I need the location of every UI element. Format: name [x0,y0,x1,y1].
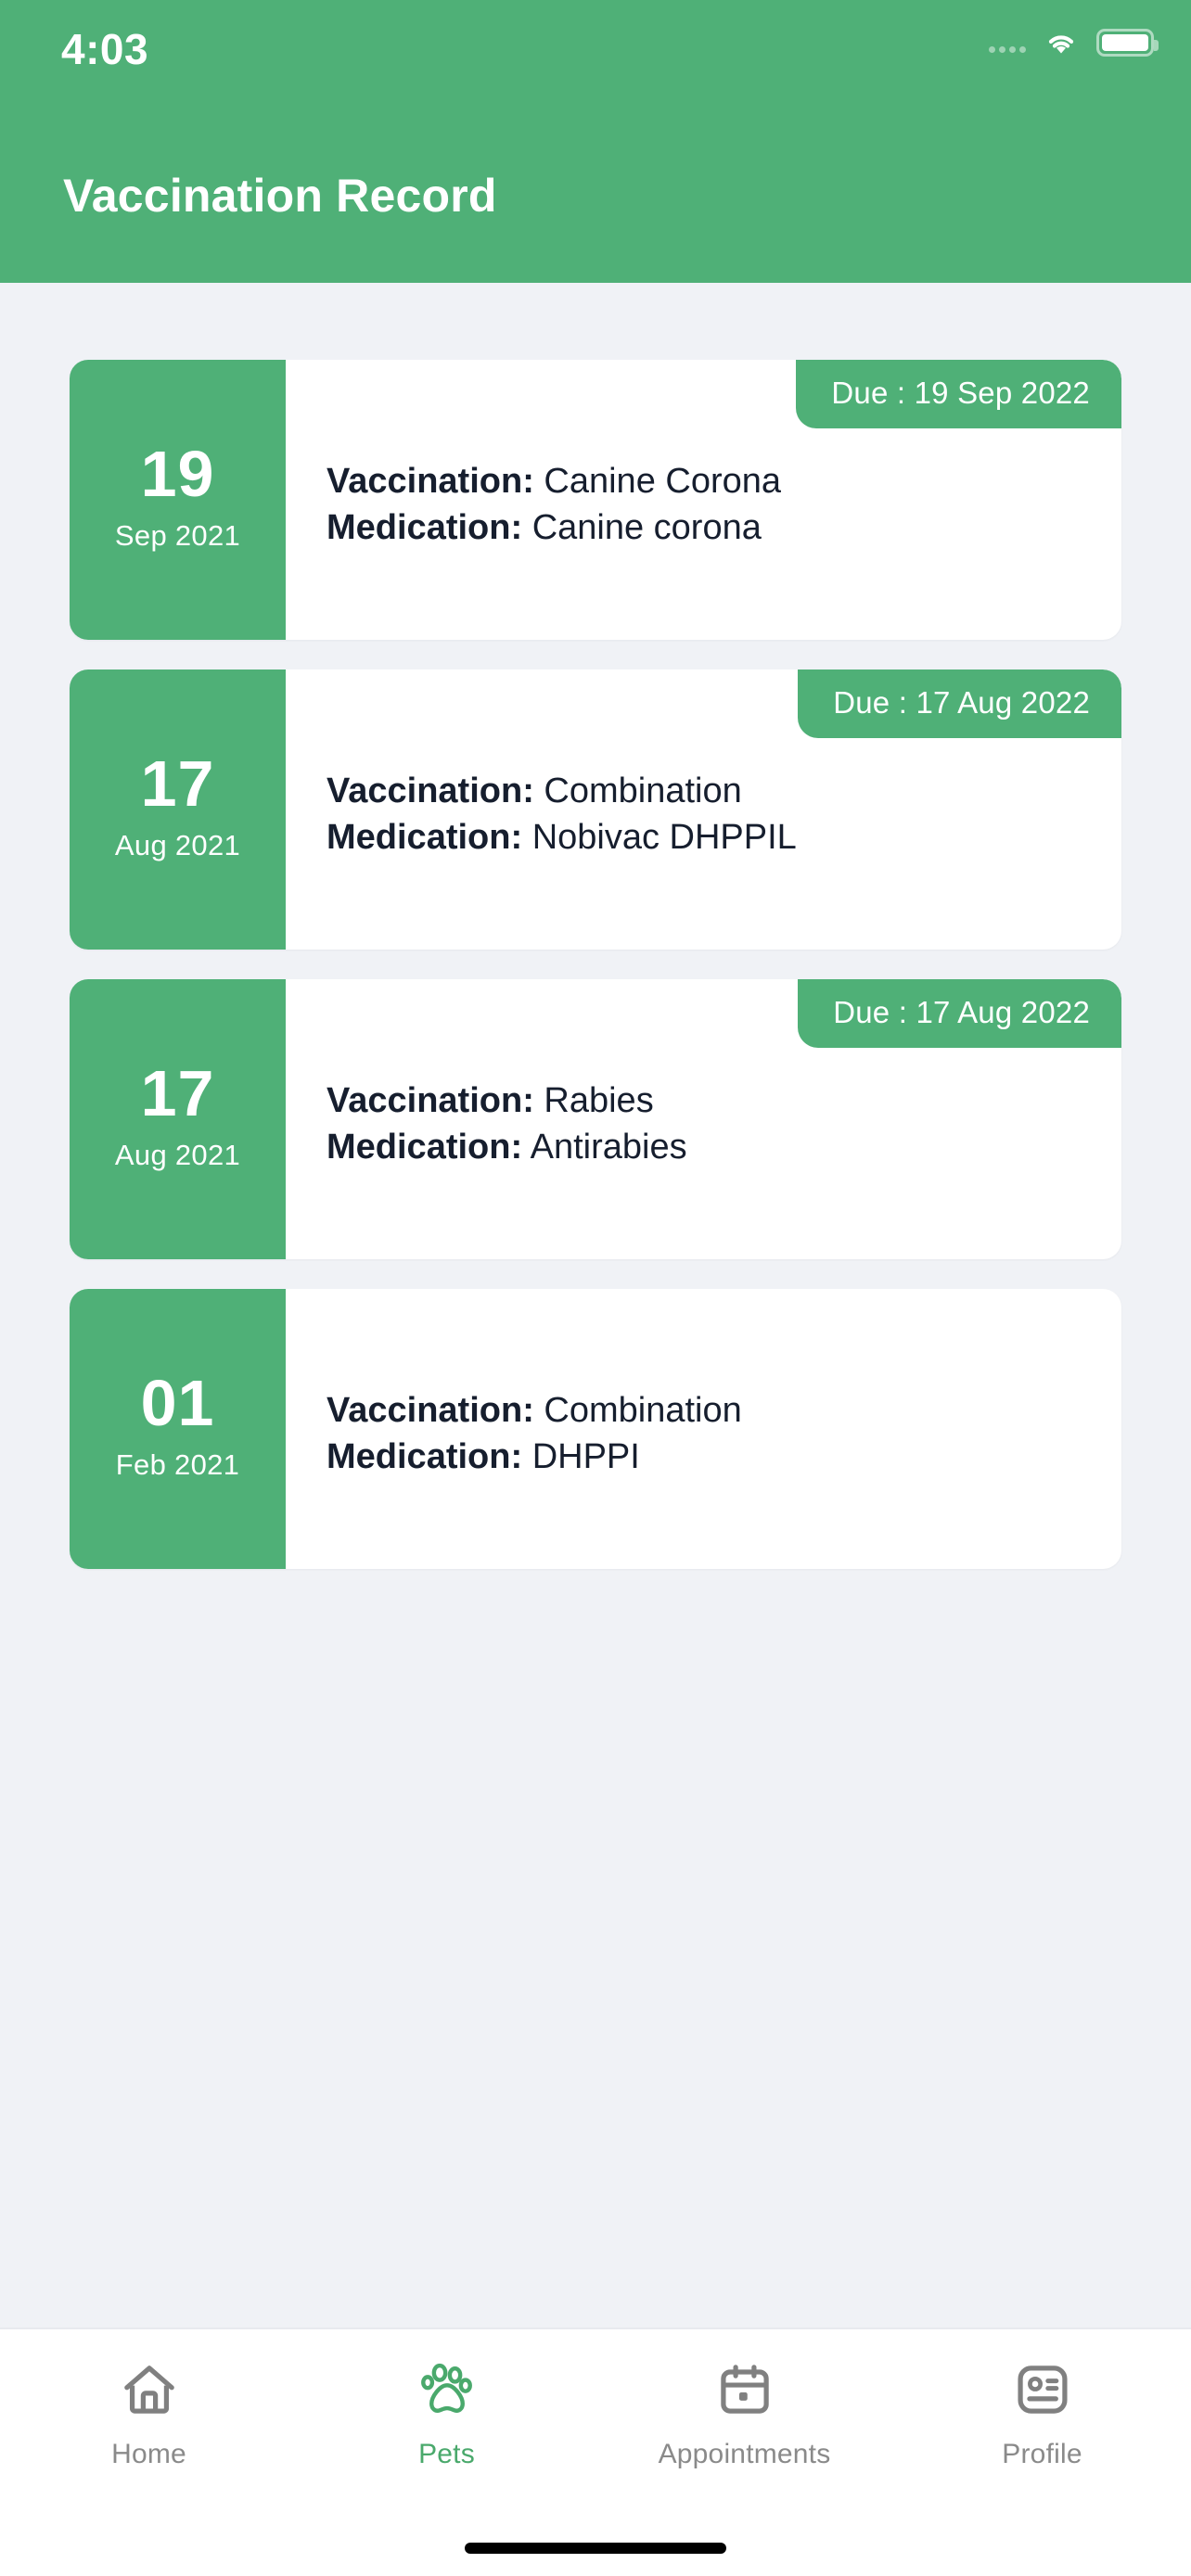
record-text-lines: Vaccination: Combination Medication: DHP… [327,1388,1081,1480]
record-details: Vaccination: Combination Medication: DHP… [286,1289,1121,1569]
id-card-icon [1017,2366,1068,2414]
status-bar: 4:03 [0,0,1191,102]
calendar-icon [720,2365,769,2414]
vaccination-value: Combination [544,771,742,810]
medication-label: Medication: [327,1128,523,1167]
vaccination-record-card[interactable]: 17 Aug 2021 Due : 17 Aug 2022 Vaccinatio… [70,979,1121,1259]
tab-home-label: Home [111,2439,186,2469]
vaccination-label: Vaccination: [327,1390,534,1430]
tab-profile[interactable]: Profile [893,2359,1191,2470]
due-date-badge: Due : 19 Sep 2022 [796,360,1121,428]
app-screen: 4:03 Vaccination Record 19 Sep 2021 Due … [0,0,1191,2576]
record-details: Due : 17 Aug 2022 Vaccination: Rabies Me… [286,979,1121,1259]
tab-appointments[interactable]: Appointments [596,2359,893,2470]
medication-label: Medication: [327,1437,523,1476]
vaccination-value: Combination [544,1390,742,1430]
record-date-block: 17 Aug 2021 [70,979,286,1259]
record-text-lines: Vaccination: Combination Medication: Nob… [327,769,1081,861]
vaccination-label: Vaccination: [327,1080,534,1120]
record-day: 17 [140,747,215,820]
medication-value: Nobivac DHPPIL [531,818,797,857]
due-date-badge: Due : 17 Aug 2022 [798,670,1121,738]
tab-home[interactable]: Home [0,2359,298,2470]
page-title: Vaccination Record [63,170,497,222]
record-month-year: Aug 2021 [114,1139,241,1171]
record-day: 17 [140,1057,215,1129]
medication-value: DHPPI [531,1437,640,1476]
vaccination-line: Vaccination: Combination [327,769,1081,813]
record-details: Due : 17 Aug 2022 Vaccination: Combinati… [286,670,1121,950]
medication-line: Medication: DHPPI [327,1435,1081,1479]
home-icon [123,2366,174,2414]
vaccination-record-card[interactable]: 19 Sep 2021 Due : 19 Sep 2022 Vaccinatio… [70,360,1121,640]
medication-label: Medication: [327,818,523,857]
signal-dots-icon [989,32,1026,53]
medication-label: Medication: [327,508,523,547]
tab-appointments-label: Appointments [658,2439,831,2469]
medication-line: Medication: Antirabies [327,1125,1081,1169]
medication-line: Medication: Canine corona [327,505,1081,550]
vaccination-line: Vaccination: Combination [327,1388,1081,1433]
record-date-block: 19 Sep 2021 [70,360,286,640]
vaccination-record-card[interactable]: 01 Feb 2021 Vaccination: Combination Med… [70,1289,1121,1569]
record-month-year: Feb 2021 [115,1448,240,1481]
record-date-block: 17 Aug 2021 [70,670,286,950]
tab-pets[interactable]: Pets [298,2359,596,2470]
record-day: 01 [140,1367,215,1439]
record-month-year: Aug 2021 [114,829,241,861]
vaccination-label: Vaccination: [327,461,534,501]
tab-profile-label: Profile [1002,2439,1082,2469]
wifi-icon [1048,35,1074,54]
due-date-badge: Due : 17 Aug 2022 [798,979,1121,1048]
vaccination-record-card[interactable]: 17 Aug 2021 Due : 17 Aug 2022 Vaccinatio… [70,670,1121,950]
vaccination-line: Vaccination: Canine Corona [327,459,1081,504]
home-indicator[interactable] [465,2543,726,2554]
vaccination-line: Vaccination: Rabies [327,1078,1081,1123]
status-bar-indicators [989,28,1159,57]
vaccination-value: Canine Corona [544,461,782,501]
battery-icon [1096,29,1159,57]
record-date-block: 01 Feb 2021 [70,1289,286,1569]
vaccination-value: Rabies [544,1080,654,1120]
vaccination-record-list[interactable]: 19 Sep 2021 Due : 19 Sep 2022 Vaccinatio… [0,283,1191,2327]
bottom-tab-bar: Home Pets Appointments Profile [0,2327,1191,2576]
record-text-lines: Vaccination: Rabies Medication: Antirabi… [327,1078,1081,1170]
record-day: 19 [140,438,215,510]
app-header: 4:03 Vaccination Record [0,0,1191,283]
record-month-year: Sep 2021 [114,519,241,552]
paw-icon [420,2363,472,2413]
record-text-lines: Vaccination: Canine Corona Medication: C… [327,459,1081,551]
tab-pets-label: Pets [418,2439,475,2469]
record-details: Due : 19 Sep 2022 Vaccination: Canine Co… [286,360,1121,640]
status-bar-clock: 4:03 [61,25,149,73]
medication-value: Antirabies [530,1128,687,1167]
medication-value: Canine corona [531,508,762,547]
medication-line: Medication: Nobivac DHPPIL [327,815,1081,860]
vaccination-label: Vaccination: [327,771,534,810]
